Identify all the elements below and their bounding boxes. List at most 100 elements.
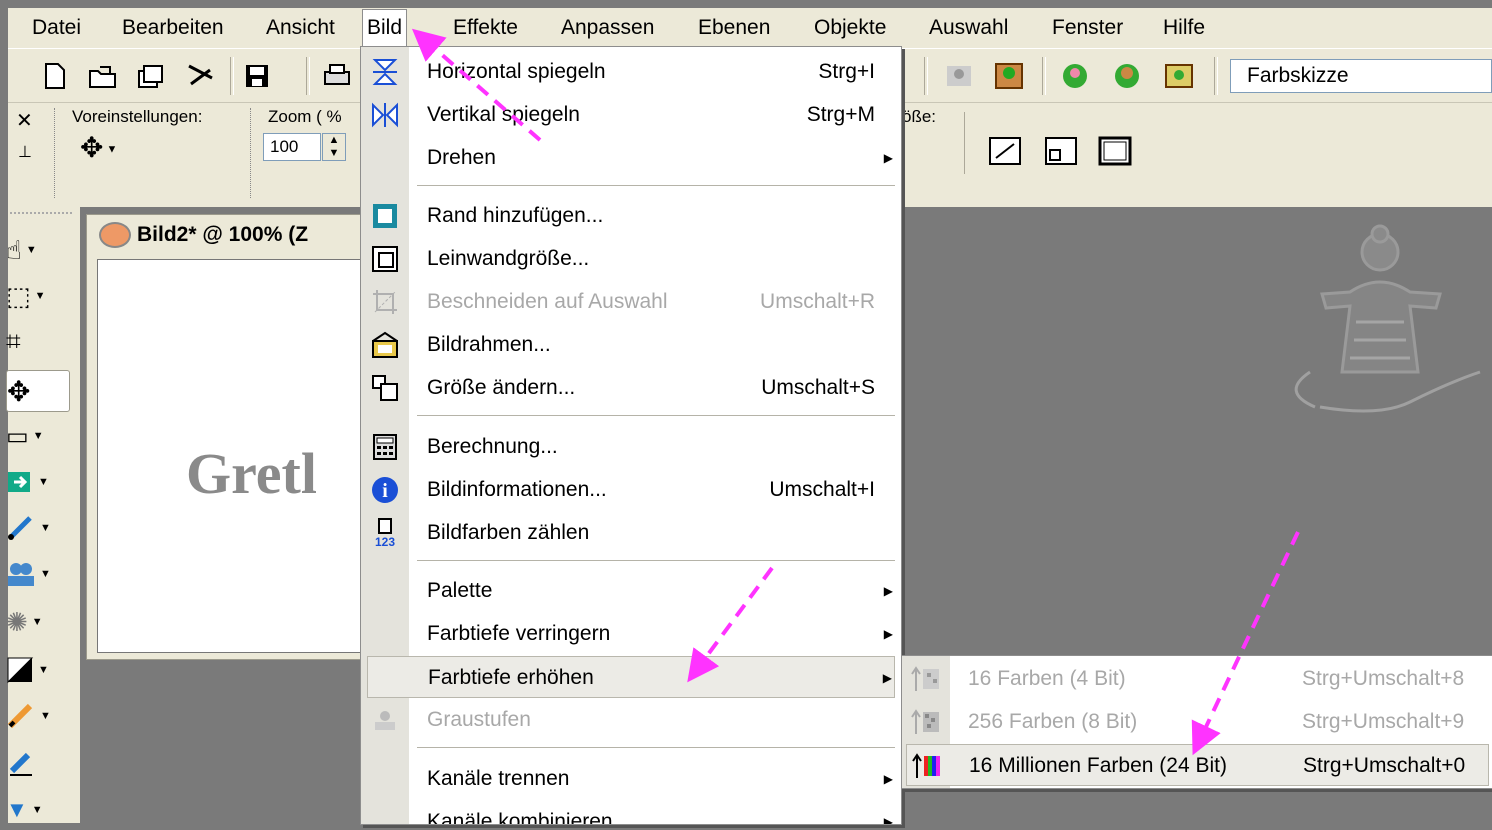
menu-item-label: Graustufen — [427, 708, 531, 731]
add-border-icon — [369, 201, 401, 231]
4-bit-icon — [910, 664, 942, 694]
full-window-icon[interactable] — [1098, 134, 1132, 168]
eraser-tool[interactable]: ▼ — [6, 650, 68, 690]
landscape-icon[interactable] — [992, 59, 1026, 93]
menu-vertikal-spiegeln[interactable]: Vertikal spiegeln Strg+M — [361, 94, 901, 136]
menu-farbtiefe-erhoehen[interactable]: Farbtiefe erhöhen ▶ — [367, 656, 895, 698]
crop-tool-icon: ⌗ — [6, 326, 21, 356]
menu-berechnung[interactable]: Berechnung... — [361, 426, 901, 468]
tube-icon: ▼ — [6, 797, 28, 822]
menu-effekte[interactable]: Effekte — [453, 8, 518, 48]
menu-bearbeiten[interactable]: Bearbeiten — [122, 8, 224, 48]
move-icon: ✥ — [7, 375, 31, 407]
menu-ansicht[interactable]: Ansicht — [266, 8, 335, 48]
menu-item-label: Drehen — [427, 146, 496, 169]
menu-kanaele-trennen[interactable]: Kanäle trennen ▶ — [361, 758, 901, 800]
portrait-gray-icon[interactable] — [942, 59, 976, 93]
picture-frame-icon — [369, 330, 401, 360]
menu-item-shortcut: Umschalt+I — [769, 478, 875, 501]
menu-graustufen[interactable]: Graustufen — [361, 699, 901, 741]
fit-window-icon[interactable] — [988, 134, 1022, 168]
submenu-256-farben[interactable]: 256 Farben (8 Bit) Strg+Umschalt+9 — [902, 701, 1492, 743]
menu-bildfarben-zaehlen[interactable]: 123 Bildfarben zählen — [361, 512, 901, 554]
selection-tool[interactable]: ⬚ ▼ — [6, 276, 68, 316]
pen-tool[interactable]: ▼ — [6, 696, 68, 736]
menu-leinwandgroesse[interactable]: Leinwandgröße... — [361, 238, 901, 280]
fit-image-icon[interactable] — [1044, 134, 1078, 168]
menu-datei[interactable]: Datei — [32, 8, 81, 48]
picture-tube-tool[interactable] — [6, 744, 68, 784]
menu-drehen[interactable]: Drehen ▶ — [361, 137, 901, 179]
zoom-input[interactable]: 100 — [263, 133, 321, 161]
open-folder-icon[interactable] — [86, 59, 120, 93]
menu-horizontal-spiegeln[interactable]: Horizontal spiegeln Strg+I — [361, 51, 901, 93]
dropper-tool[interactable]: ▼ — [6, 462, 68, 502]
menu-bildinformationen[interactable]: i Bildinformationen... Umschalt+I — [361, 469, 901, 511]
image-canvas[interactable]: Gretl — [97, 259, 365, 653]
dodge-tool[interactable]: ✺ ▼ — [6, 602, 68, 642]
menu-item-label: Kanäle trennen — [427, 767, 570, 790]
menu-beschneiden-auf-auswahl[interactable]: Beschneiden auf Auswahl Umschalt+R — [361, 281, 901, 323]
move-preset-icon[interactable]: ✥ ▼ — [80, 134, 117, 164]
save-icon[interactable] — [240, 59, 274, 93]
crop-icon — [369, 287, 401, 317]
preset-combo[interactable]: Farbskizze — [1230, 59, 1492, 93]
resize-icon — [369, 373, 401, 403]
scan-icon[interactable] — [184, 59, 218, 93]
menu-item-label: Bildrahmen... — [427, 333, 551, 356]
move-tool[interactable]: ✥ — [6, 370, 70, 412]
submenu-arrow-icon: ▶ — [883, 584, 893, 598]
menu-bild[interactable]: Bild — [362, 9, 408, 47]
menu-rand-hinzufuegen[interactable]: Rand hinzufügen... — [361, 195, 901, 237]
menu-bildrahmen[interactable]: Bildrahmen... — [361, 324, 901, 366]
menu-item-label: Rand hinzufügen... — [427, 204, 604, 227]
image-window-title[interactable]: Bild2* @ 100% (Z — [87, 215, 363, 255]
menu-groesse-aendern[interactable]: Größe ändern... Umschalt+S — [361, 367, 901, 409]
menu-objekte[interactable]: Objekte — [814, 8, 886, 48]
menu-ebenen[interactable]: Ebenen — [698, 8, 770, 48]
menu-hilfe[interactable]: Hilfe — [1163, 8, 1205, 48]
submenu-arrow-icon: ▶ — [883, 815, 893, 825]
submenu-16-farben[interactable]: 16 Farben (4 Bit) Strg+Umschalt+8 — [902, 658, 1492, 700]
freehand-selection-tool[interactable]: ▭ ▼ — [6, 416, 68, 456]
farbtiefe-erhoehen-submenu: 16 Farben (4 Bit) Strg+Umschalt+8 256 Fa… — [901, 655, 1492, 789]
menu-auswahl[interactable]: Auswahl — [929, 8, 1008, 48]
menu-farbtiefe-verringern[interactable]: Farbtiefe verringern ▶ — [361, 613, 901, 655]
menu-item-label: Horizontal spiegeln — [427, 60, 606, 83]
menu-palette[interactable]: Palette ▶ — [361, 570, 901, 612]
close-palette-icon[interactable]: ✕ — [16, 108, 33, 133]
submenu-arrow-icon: ▶ — [883, 151, 893, 165]
canvas-text: Gretl — [186, 441, 317, 506]
svg-text:123: 123 — [375, 535, 395, 548]
zoom-label: Zoom ( % — [268, 107, 342, 126]
menu-fenster[interactable]: Fenster — [1052, 8, 1123, 48]
new-file-icon[interactable] — [38, 59, 72, 93]
menu-anpassen[interactable]: Anpassen — [561, 8, 654, 48]
menu-item-shortcut: Strg+I — [818, 60, 875, 83]
photo-frame-icon[interactable] — [1162, 59, 1196, 93]
tube-tool[interactable]: ▼ ▼ — [6, 790, 68, 830]
clone-tool[interactable]: ▼ — [6, 554, 68, 594]
submenu-16-millionen-farben[interactable]: 16 Millionen Farben (24 Bit) Strg+Umscha… — [906, 744, 1489, 786]
print-icon[interactable] — [320, 59, 354, 93]
menu-item-label: Vertikal spiegeln — [427, 103, 580, 126]
menu-item-label: Bildinformationen... — [427, 478, 607, 501]
submenu-item-label: 16 Millionen Farben (24 Bit) — [969, 754, 1227, 777]
calculator-icon — [369, 432, 401, 462]
pin-icon[interactable]: ⊥ — [18, 142, 32, 162]
clone-icon — [8, 563, 34, 586]
person-green-icon[interactable] — [1058, 59, 1092, 93]
dropper-icon — [8, 472, 30, 492]
zoom-spinner[interactable]: ▲ ▼ — [322, 133, 346, 161]
browse-icon[interactable] — [134, 59, 168, 93]
pan-tool[interactable]: ☝ ▼ — [6, 230, 68, 270]
menu-kanaele-kombinieren[interactable]: Kanäle kombinieren ▶ — [361, 801, 901, 825]
submenu-item-label: 256 Farben (8 Bit) — [968, 710, 1138, 733]
paint-brush-tool[interactable]: ▼ — [6, 508, 68, 548]
menu-item-shortcut: Strg+M — [806, 103, 875, 126]
submenu-item-shortcut: Strg+Umschalt+0 — [1303, 754, 1466, 777]
crop-tool[interactable]: ⌗ — [6, 322, 68, 362]
menu-item-label: Leinwandgröße... — [427, 247, 590, 270]
person-orange-icon[interactable] — [1110, 59, 1144, 93]
submenu-item-shortcut: Strg+Umschalt+9 — [1302, 710, 1465, 733]
